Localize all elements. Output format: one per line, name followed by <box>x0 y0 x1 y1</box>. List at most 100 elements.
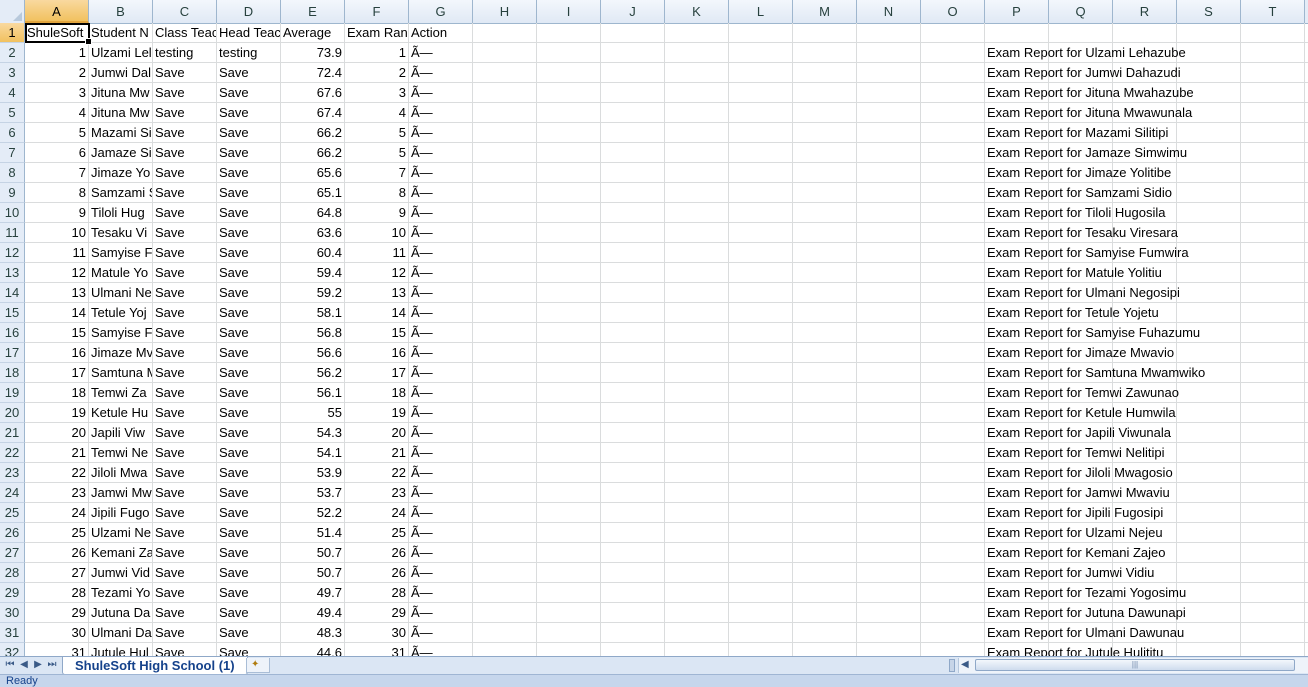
cell-student-name[interactable]: Jamwi Mw <box>89 483 152 503</box>
cell-student-name[interactable]: Jituna Mw <box>89 83 152 103</box>
cell-head-teacher[interactable]: Save <box>217 463 280 483</box>
cell-exam-report[interactable]: Exam Report for Jumwi Dahazudi <box>985 63 1305 83</box>
cell-exam-rank[interactable]: 14 <box>345 303 408 323</box>
cell-action[interactable]: Ã— <box>409 143 472 163</box>
cell-class-teacher[interactable]: Save <box>153 543 216 563</box>
cell-id[interactable]: 8 <box>25 183 88 203</box>
cell-exam-rank[interactable]: 30 <box>345 623 408 643</box>
cell-id[interactable]: 20 <box>25 423 88 443</box>
column-header-q[interactable]: Q <box>1049 0 1113 23</box>
row-header-9[interactable]: 9 <box>0 183 25 203</box>
cell-student-name[interactable]: Ulmani Da <box>89 623 152 643</box>
cell-exam-rank[interactable]: 2 <box>345 63 408 83</box>
cell-id[interactable]: 11 <box>25 243 88 263</box>
cell-exam-report[interactable]: Exam Report for Jituna Mwahazube <box>985 83 1305 103</box>
cell-student-name[interactable]: Tetule Yoj <box>89 303 152 323</box>
cell-head-teacher[interactable]: Save <box>217 503 280 523</box>
cell-student-name[interactable]: Jimaze Yo <box>89 163 152 183</box>
cell-student-name[interactable]: Jutuna Da <box>89 603 152 623</box>
cell-student-name[interactable]: Temwi Ne <box>89 443 152 463</box>
cell-action[interactable]: Ã— <box>409 363 472 383</box>
cell-student-name[interactable]: Jituna Mw <box>89 103 152 123</box>
cell-action[interactable]: Ã— <box>409 343 472 363</box>
cell-exam-report[interactable]: Exam Report for Jimaze Mwavio <box>985 343 1305 363</box>
column-header-m[interactable]: M <box>793 0 857 23</box>
first-sheet-icon[interactable]: ⏮ <box>4 659 16 671</box>
cell-head-teacher[interactable]: Save <box>217 263 280 283</box>
cell-head-teacher[interactable]: Save <box>217 603 280 623</box>
cell-average[interactable]: 49.7 <box>281 583 344 603</box>
cell-student-name[interactable]: Temwi Za <box>89 383 152 403</box>
cell-head-teacher[interactable]: Save <box>217 443 280 463</box>
cell-exam-rank[interactable]: 10 <box>345 223 408 243</box>
cell-student-name[interactable]: Kemani Za <box>89 543 152 563</box>
cell-id[interactable]: 28 <box>25 583 88 603</box>
cell-average[interactable]: 56.1 <box>281 383 344 403</box>
cell-exam-report[interactable]: Exam Report for Samzami Sidio <box>985 183 1305 203</box>
cell-average[interactable]: 55 <box>281 403 344 423</box>
header-cell-d[interactable]: Head Teac <box>217 23 280 43</box>
cell-class-teacher[interactable]: Save <box>153 183 216 203</box>
cell-exam-rank[interactable]: 11 <box>345 243 408 263</box>
cell-average[interactable]: 73.9 <box>281 43 344 63</box>
cell-average[interactable]: 50.7 <box>281 563 344 583</box>
cell-head-teacher[interactable]: Save <box>217 63 280 83</box>
cell-class-teacher[interactable]: Save <box>153 323 216 343</box>
column-header-c[interactable]: C <box>153 0 217 23</box>
cell-id[interactable]: 1 <box>25 43 88 63</box>
cell-class-teacher[interactable]: Save <box>153 503 216 523</box>
cell-student-name[interactable]: Ketule Hu <box>89 403 152 423</box>
cell-class-teacher[interactable]: Save <box>153 583 216 603</box>
cell-head-teacher[interactable]: Save <box>217 283 280 303</box>
cell-exam-report[interactable]: Exam Report for Jipili Fugosipi <box>985 503 1305 523</box>
cell-id[interactable]: 29 <box>25 603 88 623</box>
row-header-17[interactable]: 17 <box>0 343 25 363</box>
cell-exam-report[interactable]: Exam Report for Jutuna Dawunapi <box>985 603 1305 623</box>
column-header-f[interactable]: F <box>345 0 409 23</box>
cell-head-teacher[interactable]: Save <box>217 343 280 363</box>
cell-class-teacher[interactable]: Save <box>153 423 216 443</box>
cell-action[interactable]: Ã— <box>409 123 472 143</box>
cell-head-teacher[interactable]: Save <box>217 403 280 423</box>
column-header-a[interactable]: A <box>25 0 89 23</box>
cell-average[interactable]: 52.2 <box>281 503 344 523</box>
cell-student-name[interactable]: Jipili Fugo <box>89 503 152 523</box>
cell-action[interactable]: Ã— <box>409 283 472 303</box>
cell-exam-rank[interactable]: 29 <box>345 603 408 623</box>
cell-class-teacher[interactable]: Save <box>153 123 216 143</box>
row-header-5[interactable]: 5 <box>0 103 25 123</box>
cell-exam-report[interactable]: Exam Report for Jamaze Simwimu <box>985 143 1305 163</box>
cell-exam-rank[interactable]: 1 <box>345 43 408 63</box>
cell-student-name[interactable]: Mazami Si <box>89 123 152 143</box>
cell-average[interactable]: 51.4 <box>281 523 344 543</box>
cell-class-teacher[interactable]: Save <box>153 383 216 403</box>
cell-action[interactable]: Ã— <box>409 563 472 583</box>
cell-exam-report[interactable]: Exam Report for Tezami Yogosimu <box>985 583 1305 603</box>
cell-class-teacher[interactable]: Save <box>153 363 216 383</box>
row-header-26[interactable]: 26 <box>0 523 25 543</box>
cell-student-name[interactable]: Jimaze Mv <box>89 343 152 363</box>
cell-average[interactable]: 65.6 <box>281 163 344 183</box>
cell-student-name[interactable]: Samyise F <box>89 243 152 263</box>
cell-exam-report[interactable]: Exam Report for Jimaze Yolitibe <box>985 163 1305 183</box>
cell-exam-rank[interactable]: 9 <box>345 203 408 223</box>
cell-exam-report[interactable]: Exam Report for Tesaku Viresara <box>985 223 1305 243</box>
row-header-14[interactable]: 14 <box>0 283 25 303</box>
cell-head-teacher[interactable]: testing <box>217 43 280 63</box>
row-header-22[interactable]: 22 <box>0 443 25 463</box>
cell-head-teacher[interactable]: Save <box>217 83 280 103</box>
cell-class-teacher[interactable]: Save <box>153 243 216 263</box>
cell-id[interactable]: 26 <box>25 543 88 563</box>
cell-exam-report[interactable]: Exam Report for Ulmani Negosipi <box>985 283 1305 303</box>
column-header-t[interactable]: T <box>1241 0 1305 23</box>
cell-class-teacher[interactable]: Save <box>153 103 216 123</box>
horizontal-scrollbar[interactable]: ◀ ||| <box>958 658 1308 673</box>
cell-student-name[interactable]: Jumwi Dal <box>89 63 152 83</box>
column-header-b[interactable]: B <box>89 0 153 23</box>
cell-action[interactable]: Ã— <box>409 223 472 243</box>
row-header-7[interactable]: 7 <box>0 143 25 163</box>
cell-exam-rank[interactable]: 16 <box>345 343 408 363</box>
cell-class-teacher[interactable]: Save <box>153 203 216 223</box>
cell-class-teacher[interactable]: Save <box>153 623 216 643</box>
row-header-30[interactable]: 30 <box>0 603 25 623</box>
